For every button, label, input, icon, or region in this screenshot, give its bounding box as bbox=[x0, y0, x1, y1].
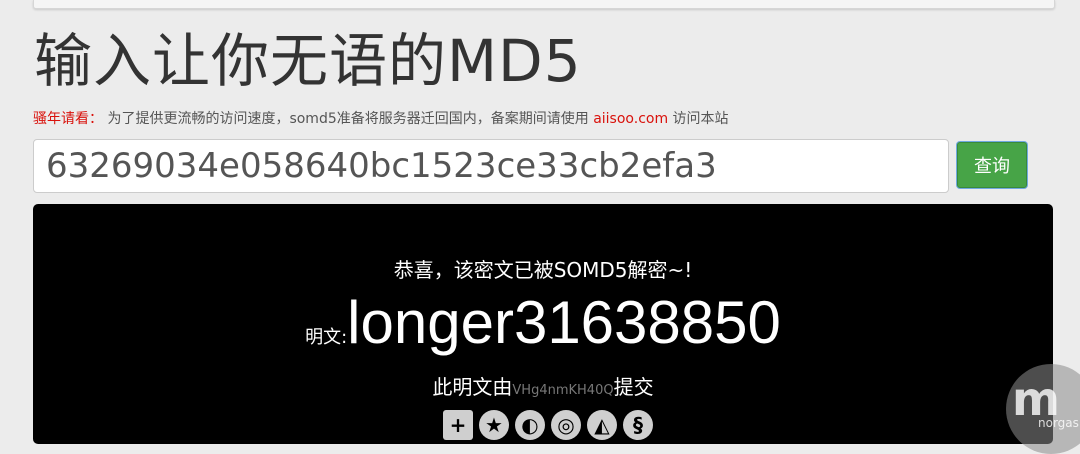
plaintext-row: 明文:longer31638850 bbox=[33, 290, 1053, 356]
tencent-icon[interactable]: ◭ bbox=[587, 410, 617, 440]
query-button[interactable]: 查询 bbox=[957, 142, 1027, 188]
watermark-small-text: norgas bbox=[1038, 416, 1079, 430]
page-title: 输入让你无语的MD5 bbox=[34, 27, 582, 95]
submitter-name: VHg4nmKH40Q bbox=[512, 383, 614, 398]
qzone-icon[interactable]: ◎ bbox=[551, 410, 581, 440]
weibo-icon[interactable]: ◐ bbox=[515, 410, 545, 440]
result-panel: 恭喜，该密文已被SOMD5解密~! 明文:longer31638850 此明文由… bbox=[33, 204, 1053, 444]
submit-info: 此明文由VHg4nmKH40Q提交 bbox=[33, 371, 1053, 400]
plus-square-icon[interactable]: + bbox=[443, 410, 473, 440]
notice-label: 骚年请看： bbox=[33, 111, 103, 127]
congrats-message: 恭喜，该密文已被SOMD5解密~! bbox=[393, 258, 693, 282]
plaintext-label: 明文: bbox=[305, 327, 348, 348]
renren-icon[interactable]: § bbox=[623, 410, 653, 440]
top-panel-edge bbox=[33, 0, 1055, 9]
notice-suffix: 访问本站 bbox=[672, 111, 729, 127]
notice-text: 为了提供更流畅的访问速度，somd5准备将服务器迁回国内，备案期间请使用 bbox=[107, 111, 589, 127]
submit-prefix: 此明文由 bbox=[432, 375, 513, 399]
notice-link[interactable]: aiisoo.com bbox=[593, 111, 668, 127]
notice-bar: 骚年请看： 为了提供更流畅的访问速度，somd5准备将服务器迁回国内，备案期间请… bbox=[33, 108, 729, 128]
star-icon[interactable]: ★ bbox=[479, 410, 509, 440]
share-icons: + ★ ◐ ◎ ◭ § bbox=[443, 410, 653, 440]
plaintext-value: longer31638850 bbox=[347, 289, 781, 356]
submit-suffix: 提交 bbox=[613, 375, 654, 399]
md5-search-input[interactable] bbox=[33, 139, 949, 193]
